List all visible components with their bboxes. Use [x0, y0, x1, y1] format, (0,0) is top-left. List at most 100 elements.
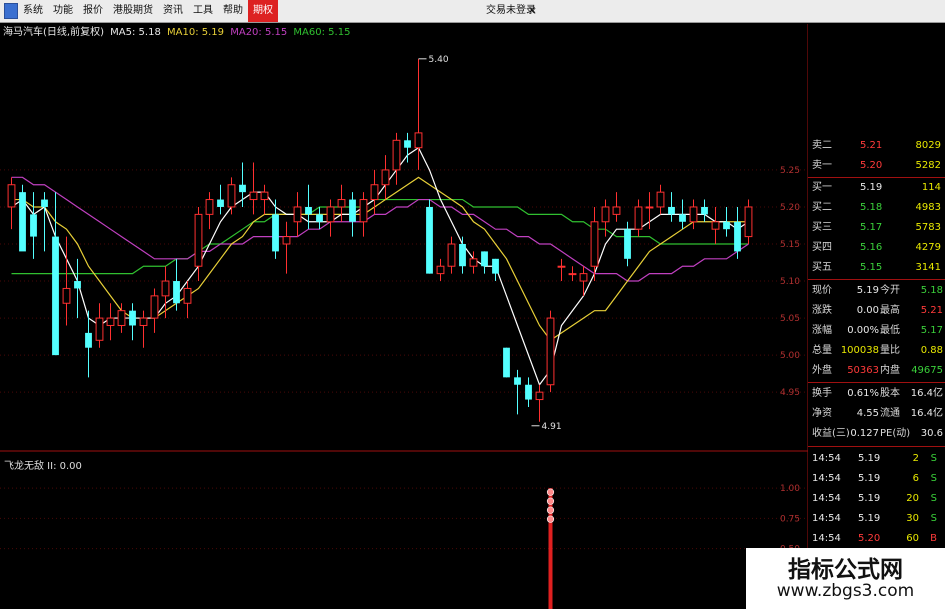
tick-time: 14:54: [812, 513, 841, 524]
tick-volume: 6: [912, 473, 919, 484]
quote-stat-label: 量比: [880, 345, 900, 356]
app-icon: [4, 3, 18, 19]
quote-stat-label: 涨跌: [812, 305, 832, 316]
quote-stat-value: 49675: [911, 365, 943, 376]
sub-indicator-title: 飞龙无敌 II: 0.00: [4, 461, 82, 472]
quote-stat-value: 0.88: [920, 345, 943, 356]
low-annotation: 4.91: [542, 422, 562, 432]
candlestick-chart[interactable]: 5.255.205.155.105.055.004.951.000.750.50…: [0, 24, 808, 609]
quote-stat-value: 50363: [847, 365, 879, 376]
candle-body: [173, 281, 180, 304]
candle-body: [436, 265, 445, 275]
fundamental-label: 换手: [812, 388, 832, 399]
candle-body: [601, 206, 610, 223]
order-book-label: 买五: [812, 262, 832, 273]
tick-row: 14:54 5.20 60 B: [808, 529, 945, 549]
candle-body: [194, 213, 203, 267]
candle-body: [568, 273, 577, 276]
signal-dot: [546, 515, 555, 523]
panel-divider: [808, 446, 945, 447]
price-tick-label: 5.25: [780, 166, 800, 176]
tick-volume: 60: [906, 533, 919, 544]
fundamental-label: 净资: [812, 408, 832, 419]
candle-body: [161, 280, 170, 297]
candle-body: [535, 391, 544, 401]
quote-stat-row: 现价 5.19 今开 5.18: [808, 281, 945, 301]
quote-stat-label: 最高: [880, 305, 900, 316]
quote-stat-label: 内盘: [880, 365, 900, 376]
order-book-row: 买一 5.19 114: [808, 178, 945, 198]
candle-body: [711, 221, 720, 230]
order-book-label: 买四: [812, 242, 832, 253]
menu-bar: 系统 功能 报价 港股期货 资讯 工具 帮助 期权 交易未登录 ×: [0, 0, 945, 23]
order-book-label: 买二: [812, 202, 832, 213]
tick-row: 14:54 5.19 20 S: [808, 489, 945, 509]
candle-body: [326, 206, 335, 223]
menu-item-3[interactable]: 港股期货: [108, 0, 158, 22]
candle-body: [744, 206, 753, 238]
candle-body: [381, 169, 390, 186]
fundamental-value: 0.61%: [847, 388, 879, 399]
fundamental-row: 收益(三) 0.127 PE(动) 30.6: [808, 424, 945, 444]
quote-stat-value: 5.19: [856, 285, 879, 296]
signal-dot: [546, 497, 555, 505]
candle-body: [106, 317, 115, 326]
fundamental-value: 16.4亿: [910, 388, 943, 399]
candle-body: [546, 317, 555, 386]
menu-item-0[interactable]: 系统: [18, 0, 48, 22]
menu-item-6[interactable]: 帮助: [218, 0, 248, 22]
candle-body: [579, 273, 588, 282]
candle-body: [612, 206, 621, 215]
price-tick-label: 5.20: [780, 203, 800, 213]
tick-row: 14:54 5.19 6 S: [808, 469, 945, 489]
watermark: 指标公式网 www.zbgs3.com: [746, 548, 945, 609]
fundamental-label: 流通: [880, 408, 900, 419]
price-tick-label: 5.05: [780, 314, 800, 324]
candle-body: [85, 332, 92, 348]
tick-volume: 2: [912, 453, 919, 464]
candle-body: [481, 251, 488, 267]
order-book-price: 5.18: [860, 202, 883, 213]
candle-body: [624, 229, 631, 259]
menu-item-1[interactable]: 功能: [48, 0, 78, 22]
candle-body: [492, 258, 499, 274]
candle-body: [590, 221, 599, 267]
menu-item-4[interactable]: 资讯: [158, 0, 188, 22]
candle-body: [689, 206, 698, 223]
sub-tick-label: 0.75: [780, 514, 800, 524]
tick-price: 5.19: [858, 513, 881, 524]
tick-price: 5.19: [858, 453, 881, 464]
quote-stat-value: 100038: [840, 345, 879, 356]
quote-stat-label: 涨幅: [812, 325, 832, 336]
tick-flag: S: [930, 473, 937, 484]
order-book-row: 买五 5.15 3141: [808, 258, 945, 278]
watermark-url: www.zbgs3.com: [776, 581, 915, 601]
candle-body: [359, 199, 368, 223]
close-icon[interactable]: ×: [528, 0, 536, 22]
menu-item-5[interactable]: 工具: [188, 0, 218, 22]
quote-stat-label: 现价: [812, 285, 832, 296]
fundamental-row: 换手 0.61% 股本 16.4亿: [808, 384, 945, 404]
candle-body: [723, 221, 730, 230]
candle-body: [52, 236, 59, 356]
order-book-row: 买四 5.16 4279: [808, 238, 945, 258]
order-book-row: 买二 5.18 4983: [808, 198, 945, 218]
menu-item-7[interactable]: 期权: [248, 0, 278, 22]
tick-time: 14:54: [812, 493, 841, 504]
fundamental-value: 16.4亿: [910, 408, 943, 419]
candle-body: [95, 317, 104, 341]
quote-stat-value: 0.00%: [847, 325, 879, 336]
panel-divider: [808, 382, 945, 383]
candle-body: [227, 184, 236, 208]
quote-stat-value: 5.18: [920, 285, 943, 296]
menu-item-2[interactable]: 报价: [78, 0, 108, 22]
quote-stat-value: 0.00: [856, 305, 879, 316]
candle-body: [634, 206, 643, 230]
tick-price: 5.20: [858, 533, 881, 544]
watermark-title: 指标公式网: [788, 557, 903, 583]
fundamental-value: 30.6: [920, 428, 943, 439]
quote-stat-value: 5.17: [920, 325, 943, 336]
quote-stat-row: 外盘 50363 内盘 49675: [808, 361, 945, 381]
candle-body: [74, 281, 81, 289]
candle-body: [525, 384, 532, 400]
